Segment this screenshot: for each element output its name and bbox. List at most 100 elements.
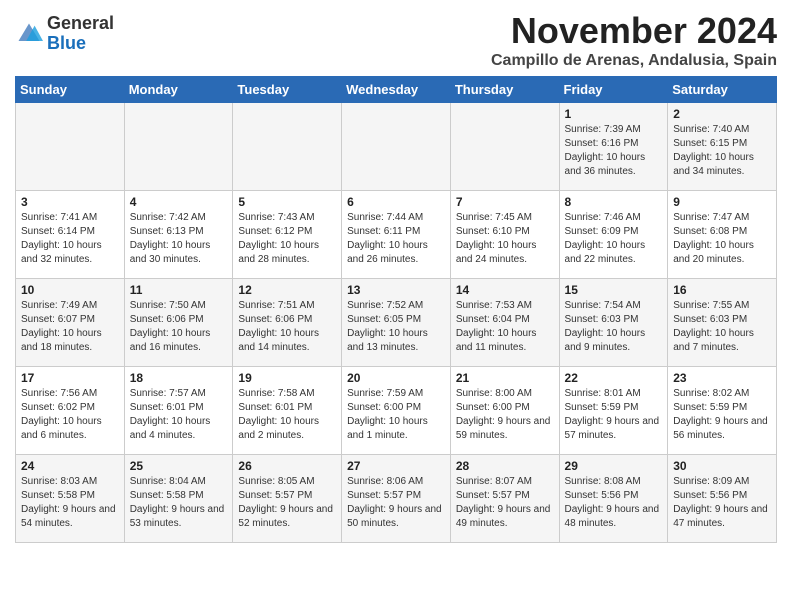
header-row: SundayMondayTuesdayWednesdayThursdayFrid… — [16, 77, 777, 103]
day-info: Sunrise: 8:00 AM Sunset: 6:00 PM Dayligh… — [456, 388, 551, 441]
day-cell: 10Sunrise: 7:49 AM Sunset: 6:07 PM Dayli… — [16, 279, 125, 367]
day-number: 11 — [130, 283, 228, 297]
day-info: Sunrise: 8:06 AM Sunset: 5:57 PM Dayligh… — [347, 476, 442, 529]
day-cell — [342, 103, 451, 191]
day-cell: 14 Sunrise: 7:53 AM Sunset: 6:04 PM Dayli… — [450, 279, 559, 367]
day-cell: 27Sunrise: 8:06 AM Sunset: 5:57 PM Dayli… — [342, 455, 451, 543]
day-cell: 21 Sunrise: 8:00 AM Sunset: 6:00 PM Dayli… — [450, 367, 559, 455]
day-number: 30 — [673, 459, 771, 473]
day-info: Sunrise: 7:39 AM Sunset: 6:16 PM Dayligh… — [565, 124, 646, 177]
day-cell: 25 Sunrise: 8:04 AM Sunset: 5:58 PM Dayli… — [124, 455, 233, 543]
day-number: 2 — [673, 107, 771, 121]
day-cell: 18 Sunrise: 7:57 AM Sunset: 6:01 PM Dayli… — [124, 367, 233, 455]
weekday-header-wednesday: Wednesday — [342, 77, 451, 103]
day-cell: 20 Sunrise: 7:59 AM Sunset: 6:00 PM Dayli… — [342, 367, 451, 455]
day-number: 22 — [565, 371, 663, 385]
day-cell: 2 Sunrise: 7:40 AM Sunset: 6:15 PM Daylig… — [668, 103, 777, 191]
day-number: 18 — [130, 371, 228, 385]
header: General Blue November 2024 Campillo de A… — [15, 10, 777, 70]
logo-general: General — [47, 14, 114, 34]
day-number: 17 — [21, 371, 119, 385]
weekday-header-friday: Friday — [559, 77, 668, 103]
calendar-header: SundayMondayTuesdayWednesdayThursdayFrid… — [16, 77, 777, 103]
day-cell: 1Sunrise: 7:39 AM Sunset: 6:16 PM Daylig… — [559, 103, 668, 191]
day-info: Sunrise: 7:51 AM Sunset: 6:06 PM Dayligh… — [238, 300, 319, 353]
day-number: 14 — [456, 283, 554, 297]
week-row-1: 1Sunrise: 7:39 AM Sunset: 6:16 PM Daylig… — [16, 103, 777, 191]
title-area: November 2024 Campillo de Arenas, Andalu… — [491, 10, 777, 70]
logo-text: General Blue — [47, 14, 114, 54]
day-cell: 17Sunrise: 7:56 AM Sunset: 6:02 PM Dayli… — [16, 367, 125, 455]
day-info: Sunrise: 7:57 AM Sunset: 6:01 PM Dayligh… — [130, 388, 211, 441]
day-cell: 19Sunrise: 7:58 AM Sunset: 6:01 PM Dayli… — [233, 367, 342, 455]
day-number: 6 — [347, 195, 445, 209]
logo-blue: Blue — [47, 34, 114, 54]
day-number: 26 — [238, 459, 336, 473]
week-row-2: 3 Sunrise: 7:41 AM Sunset: 6:14 PM Daylig… — [16, 191, 777, 279]
day-info: Sunrise: 8:02 AM Sunset: 5:59 PM Dayligh… — [673, 388, 768, 441]
location-title: Campillo de Arenas, Andalusia, Spain — [491, 52, 777, 70]
day-info: Sunrise: 7:44 AM Sunset: 6:11 PM Dayligh… — [347, 212, 428, 265]
day-cell: 3 Sunrise: 7:41 AM Sunset: 6:14 PM Daylig… — [16, 191, 125, 279]
day-cell: 29Sunrise: 8:08 AM Sunset: 5:56 PM Dayli… — [559, 455, 668, 543]
day-cell: 28 Sunrise: 8:07 AM Sunset: 5:57 PM Dayli… — [450, 455, 559, 543]
day-cell: 12 Sunrise: 7:51 AM Sunset: 6:06 PM Dayli… — [233, 279, 342, 367]
week-row-5: 24Sunrise: 8:03 AM Sunset: 5:58 PM Dayli… — [16, 455, 777, 543]
day-number: 28 — [456, 459, 554, 473]
day-number: 12 — [238, 283, 336, 297]
day-cell: 30 Sunrise: 8:09 AM Sunset: 5:56 PM Dayli… — [668, 455, 777, 543]
week-row-4: 17Sunrise: 7:56 AM Sunset: 6:02 PM Dayli… — [16, 367, 777, 455]
day-info: Sunrise: 7:59 AM Sunset: 6:00 PM Dayligh… — [347, 388, 428, 441]
weekday-header-sunday: Sunday — [16, 77, 125, 103]
day-cell: 22Sunrise: 8:01 AM Sunset: 5:59 PM Dayli… — [559, 367, 668, 455]
day-info: Sunrise: 7:42 AM Sunset: 6:13 PM Dayligh… — [130, 212, 211, 265]
day-cell: 5Sunrise: 7:43 AM Sunset: 6:12 PM Daylig… — [233, 191, 342, 279]
day-info: Sunrise: 8:05 AM Sunset: 5:57 PM Dayligh… — [238, 476, 333, 529]
day-info: Sunrise: 7:52 AM Sunset: 6:05 PM Dayligh… — [347, 300, 428, 353]
day-cell: 26 Sunrise: 8:05 AM Sunset: 5:57 PM Dayli… — [233, 455, 342, 543]
day-cell — [16, 103, 125, 191]
day-info: Sunrise: 7:50 AM Sunset: 6:06 PM Dayligh… — [130, 300, 211, 353]
week-row-3: 10Sunrise: 7:49 AM Sunset: 6:07 PM Dayli… — [16, 279, 777, 367]
day-info: Sunrise: 7:47 AM Sunset: 6:08 PM Dayligh… — [673, 212, 754, 265]
day-info: Sunrise: 7:53 AM Sunset: 6:04 PM Dayligh… — [456, 300, 537, 353]
logo: General Blue — [15, 14, 114, 54]
day-info: Sunrise: 7:41 AM Sunset: 6:14 PM Dayligh… — [21, 212, 102, 265]
weekday-header-monday: Monday — [124, 77, 233, 103]
day-info: Sunrise: 8:04 AM Sunset: 5:58 PM Dayligh… — [130, 476, 225, 529]
day-info: Sunrise: 7:46 AM Sunset: 6:09 PM Dayligh… — [565, 212, 646, 265]
day-cell — [233, 103, 342, 191]
day-number: 20 — [347, 371, 445, 385]
day-number: 4 — [130, 195, 228, 209]
day-info: Sunrise: 7:45 AM Sunset: 6:10 PM Dayligh… — [456, 212, 537, 265]
calendar-body: 1Sunrise: 7:39 AM Sunset: 6:16 PM Daylig… — [16, 103, 777, 543]
day-cell: 8 Sunrise: 7:46 AM Sunset: 6:09 PM Daylig… — [559, 191, 668, 279]
day-number: 7 — [456, 195, 554, 209]
day-number: 13 — [347, 283, 445, 297]
day-number: 15 — [565, 283, 663, 297]
day-cell: 4 Sunrise: 7:42 AM Sunset: 6:13 PM Daylig… — [124, 191, 233, 279]
month-title: November 2024 — [491, 10, 777, 52]
day-number: 29 — [565, 459, 663, 473]
weekday-header-tuesday: Tuesday — [233, 77, 342, 103]
day-number: 25 — [130, 459, 228, 473]
day-cell: 11 Sunrise: 7:50 AM Sunset: 6:06 PM Dayli… — [124, 279, 233, 367]
day-number: 16 — [673, 283, 771, 297]
day-number: 9 — [673, 195, 771, 209]
day-info: Sunrise: 7:54 AM Sunset: 6:03 PM Dayligh… — [565, 300, 646, 353]
day-cell — [450, 103, 559, 191]
weekday-header-saturday: Saturday — [668, 77, 777, 103]
day-cell: 16Sunrise: 7:55 AM Sunset: 6:03 PM Dayli… — [668, 279, 777, 367]
day-cell: 13 Sunrise: 7:52 AM Sunset: 6:05 PM Dayli… — [342, 279, 451, 367]
day-info: Sunrise: 7:40 AM Sunset: 6:15 PM Dayligh… — [673, 124, 754, 177]
day-cell: 6 Sunrise: 7:44 AM Sunset: 6:11 PM Daylig… — [342, 191, 451, 279]
day-number: 8 — [565, 195, 663, 209]
day-info: Sunrise: 8:07 AM Sunset: 5:57 PM Dayligh… — [456, 476, 551, 529]
day-number: 3 — [21, 195, 119, 209]
day-cell: 23Sunrise: 8:02 AM Sunset: 5:59 PM Dayli… — [668, 367, 777, 455]
day-info: Sunrise: 8:09 AM Sunset: 5:56 PM Dayligh… — [673, 476, 768, 529]
day-number: 21 — [456, 371, 554, 385]
day-cell: 9 Sunrise: 7:47 AM Sunset: 6:08 PM Daylig… — [668, 191, 777, 279]
day-number: 5 — [238, 195, 336, 209]
day-number: 10 — [21, 283, 119, 297]
